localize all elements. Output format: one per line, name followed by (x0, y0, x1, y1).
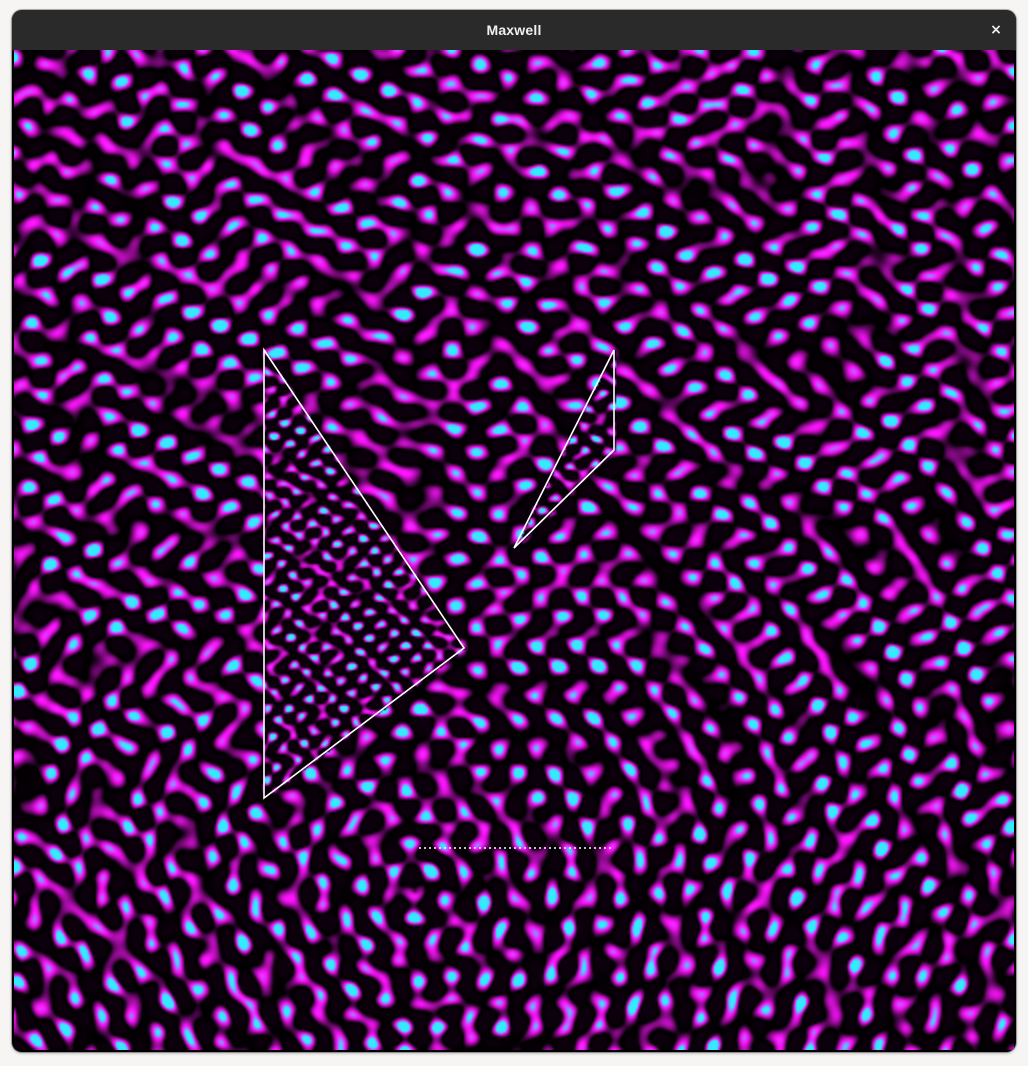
wave-field-canvas[interactable] (14, 50, 1014, 1050)
close-button[interactable]: × (984, 18, 1008, 42)
app-window: Maxwell × (12, 10, 1016, 1052)
simulation-viewport[interactable] (14, 50, 1014, 1050)
title-bar[interactable]: Maxwell × (12, 10, 1016, 51)
close-icon: × (990, 22, 1002, 38)
window-title: Maxwell (486, 22, 542, 38)
